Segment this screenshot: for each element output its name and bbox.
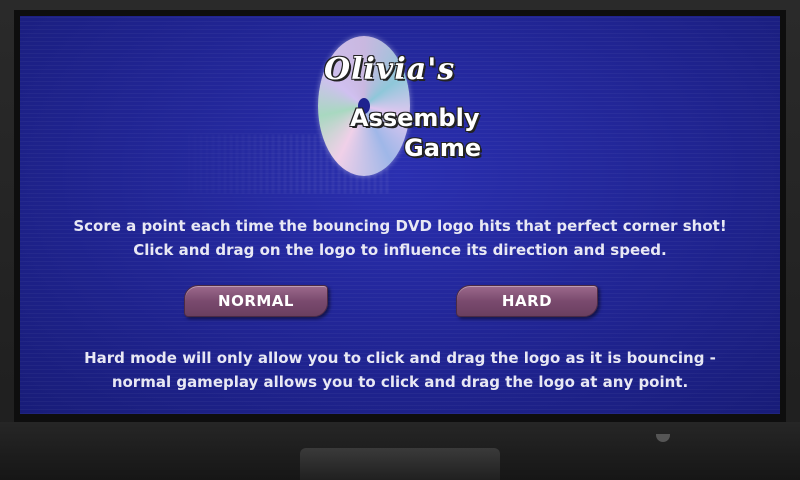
tv-stand bbox=[300, 448, 500, 480]
normal-mode-button[interactable]: NORMAL bbox=[184, 285, 328, 317]
logo-title-game: Game bbox=[404, 134, 482, 162]
mode-explanation-line-2: normal gameplay allows you to click and … bbox=[111, 373, 689, 391]
mode-explanation-line-1: Hard mode will only allow you to click a… bbox=[84, 349, 716, 367]
instructions: Score a point each time the bouncing DVD… bbox=[0, 214, 800, 262]
mode-explanation: Hard mode will only allow you to click a… bbox=[0, 346, 800, 394]
instructions-line-1: Score a point each time the bouncing DVD… bbox=[73, 217, 727, 235]
instructions-line-2: Click and drag on the logo to influence … bbox=[133, 241, 667, 259]
logo-title-assembly: Assembly bbox=[350, 104, 480, 132]
hard-mode-button[interactable]: HARD bbox=[456, 285, 598, 317]
logo-title-olivias: Olivia's bbox=[324, 52, 456, 87]
